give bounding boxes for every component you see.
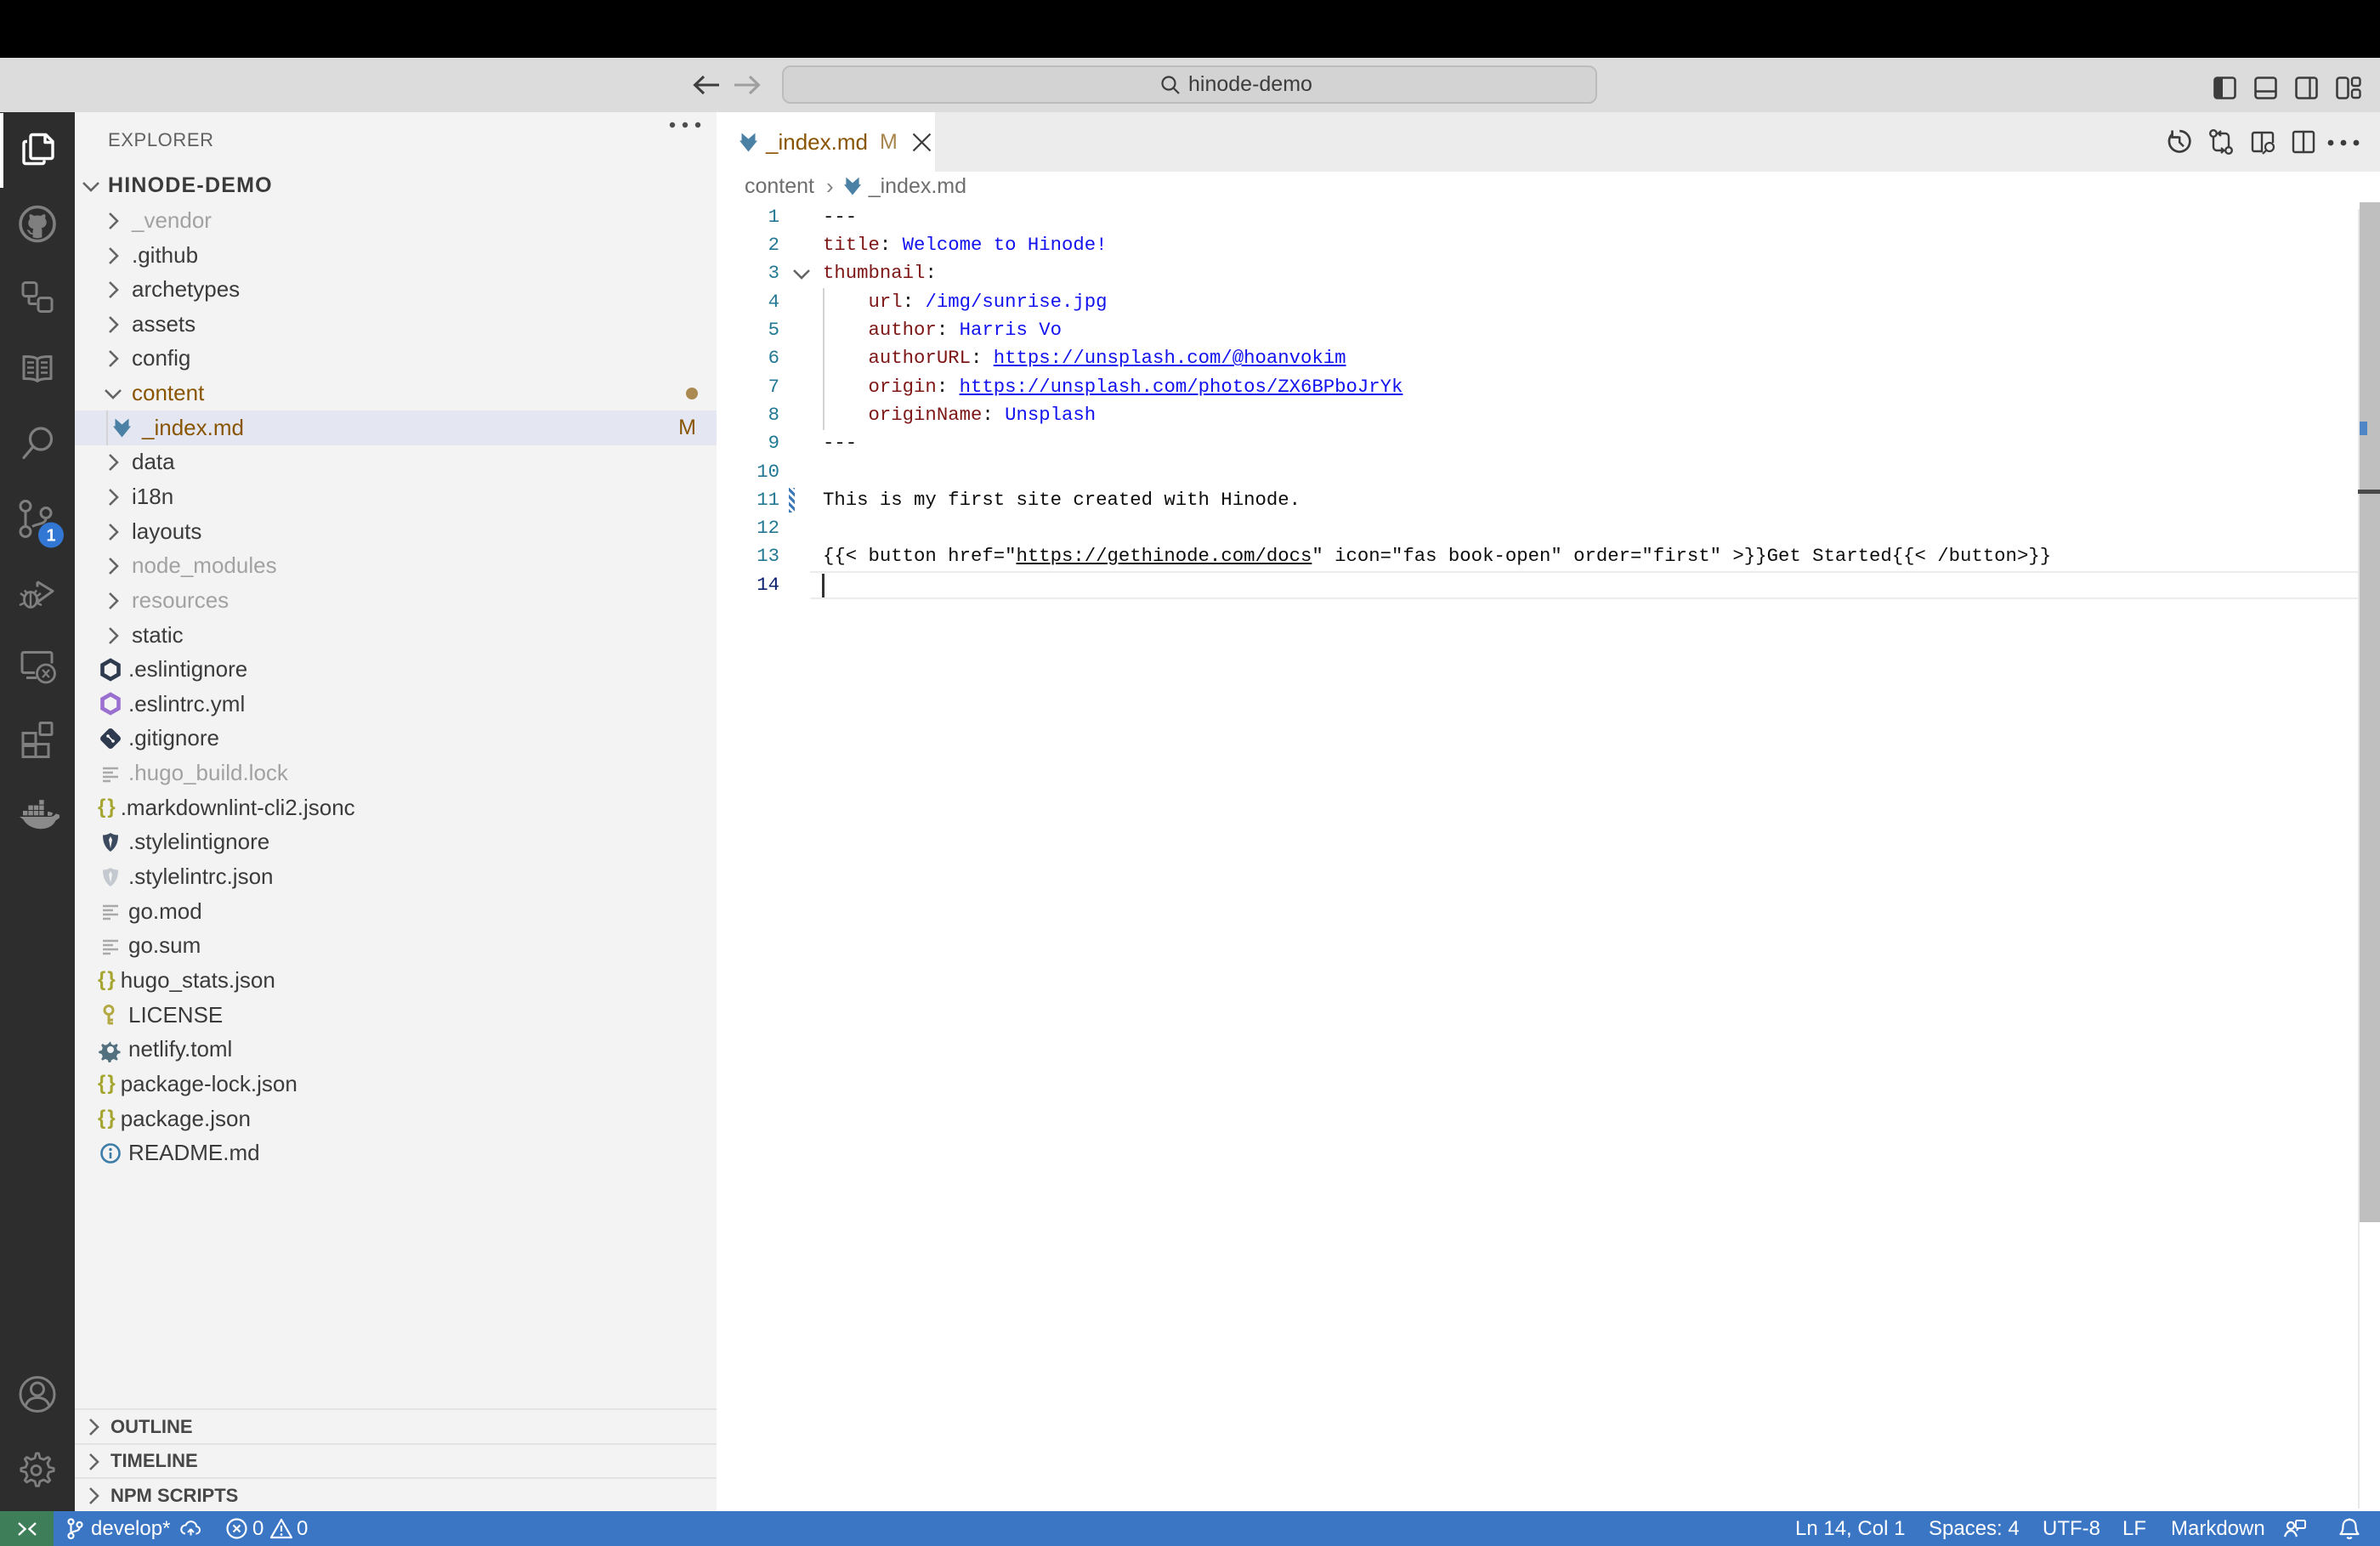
svg-text:1: 1	[46, 527, 55, 546]
